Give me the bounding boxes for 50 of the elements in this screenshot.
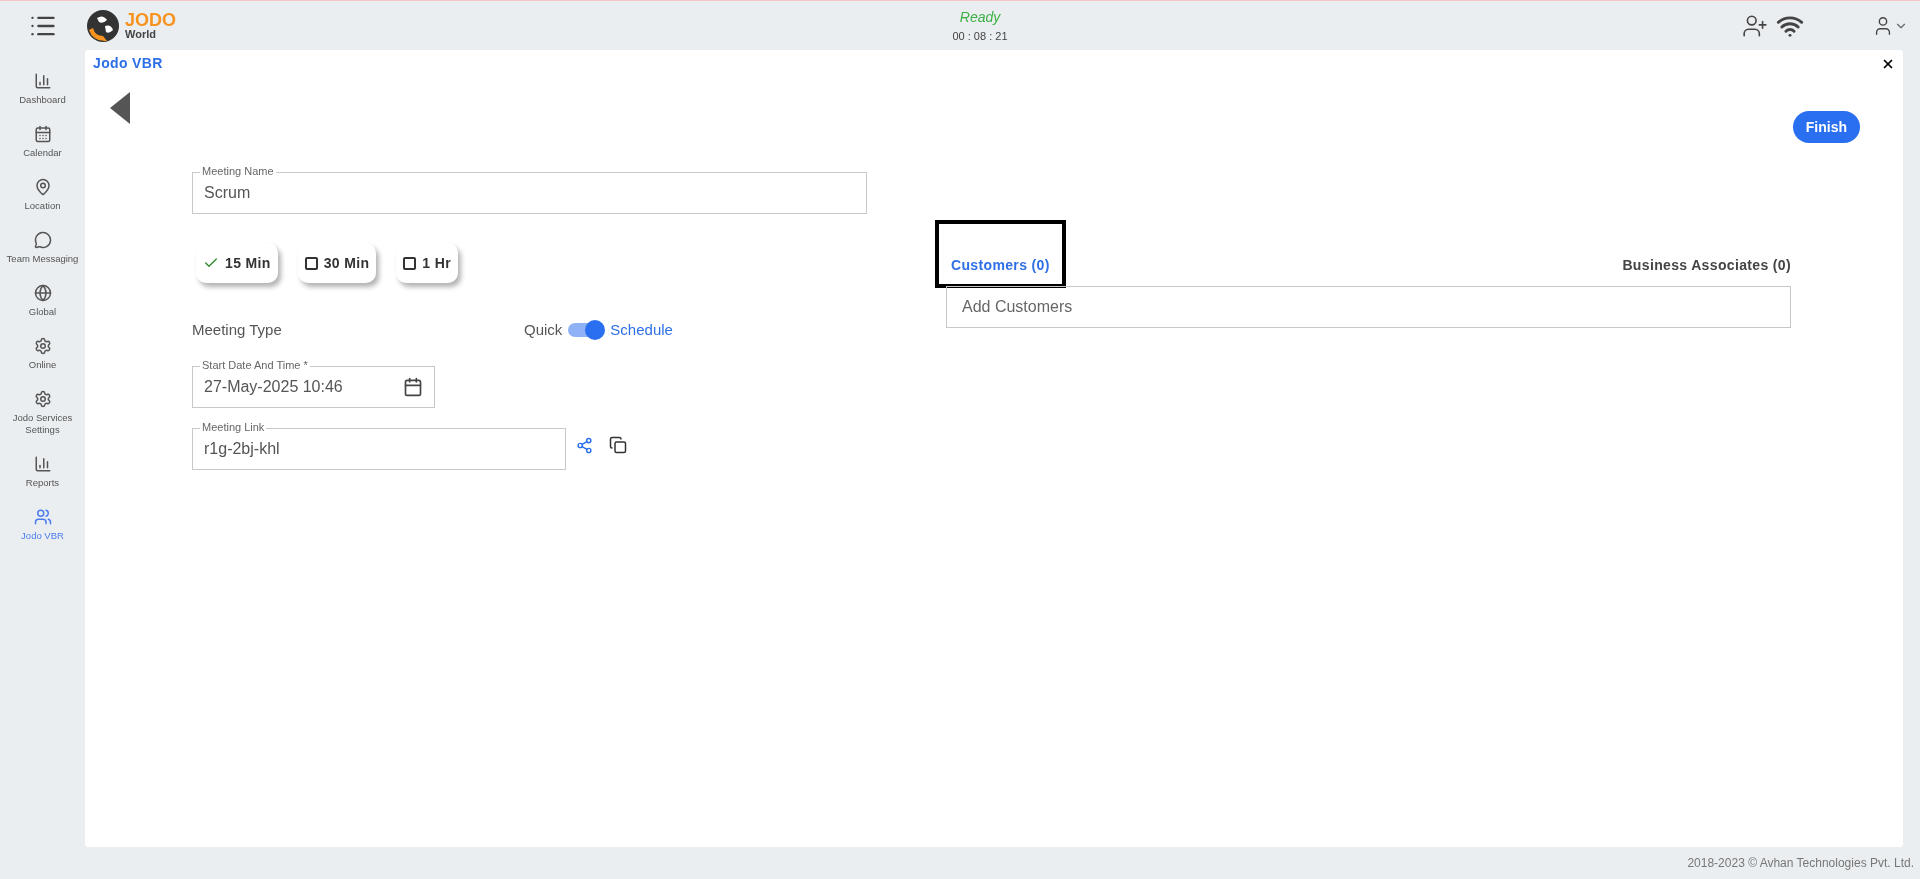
- sidebar-item[interactable]: Team Messaging: [2, 231, 83, 265]
- close-icon[interactable]: [1881, 57, 1895, 71]
- gear-icon: [33, 337, 52, 355]
- field-value: r1g-2bj-khl: [204, 439, 281, 459]
- sidebar-item[interactable]: Jodo Services Settings: [2, 390, 83, 436]
- field-label: Start Date And Time *: [200, 360, 310, 371]
- timer: 00 : 08 : 21: [952, 28, 1008, 44]
- meeting-type-switch[interactable]: [568, 323, 605, 337]
- sidebar-item[interactable]: Jodo VBR: [2, 508, 83, 542]
- duration-option[interactable]: 30 Min: [297, 243, 377, 283]
- footer-copyright: 2018-2023 © Avhan Technologies Pvt. Ltd.: [1687, 855, 1914, 872]
- sidebar-item[interactable]: Calendar: [2, 125, 83, 159]
- tab[interactable]: Customers (0): [935, 220, 1066, 288]
- globe-logo-icon: [85, 7, 121, 44]
- sidebar-item[interactable]: Global: [2, 284, 83, 318]
- share-icon[interactable]: [576, 436, 593, 454]
- duration-option[interactable]: 15 Min: [196, 243, 278, 283]
- meeting-type-label: Meeting Type: [192, 319, 283, 340]
- chart-icon: [33, 72, 52, 90]
- sidebar-item[interactable]: Dashboard: [2, 72, 83, 106]
- sidebar-item[interactable]: Location: [2, 178, 83, 212]
- sidebar-item[interactable]: Reports: [2, 455, 83, 489]
- field-value: 27-May-2025 10:46: [204, 377, 344, 397]
- finish-button[interactable]: Finish: [1792, 111, 1860, 143]
- field-label: Meeting Link: [200, 422, 267, 433]
- quick-label: Quick: [524, 319, 563, 340]
- gear-icon: [33, 390, 52, 408]
- schedule-label: Schedule: [610, 319, 673, 340]
- globe-icon: [33, 284, 52, 302]
- add-user-icon[interactable]: [1742, 12, 1768, 39]
- calendar-icon: [33, 125, 52, 143]
- people-icon: [33, 508, 52, 526]
- panel-title: Jodo VBR: [93, 54, 163, 73]
- duration-option[interactable]: 1 Hr: [396, 243, 458, 283]
- field-label: Meeting Name: [200, 166, 276, 177]
- checkbox-icon: [304, 256, 318, 270]
- back-arrow-icon[interactable]: [110, 92, 130, 124]
- tab[interactable]: Business Associates (0): [1622, 255, 1791, 288]
- calendar-icon[interactable]: [403, 377, 423, 397]
- chat-icon: [33, 231, 52, 249]
- status-text: Ready: [959, 7, 1001, 27]
- location-pin-icon: [33, 178, 52, 196]
- copy-icon[interactable]: [609, 436, 627, 454]
- sidebar-item[interactable]: Online: [2, 337, 83, 371]
- chart-icon: [33, 455, 52, 473]
- logo-subtitle: World: [125, 29, 157, 40]
- add-customers-field[interactable]: Add Customers: [946, 286, 1791, 328]
- logo-title: JODO: [125, 11, 176, 29]
- field-value: Scrum: [204, 183, 252, 203]
- checkbox-icon: [403, 256, 417, 270]
